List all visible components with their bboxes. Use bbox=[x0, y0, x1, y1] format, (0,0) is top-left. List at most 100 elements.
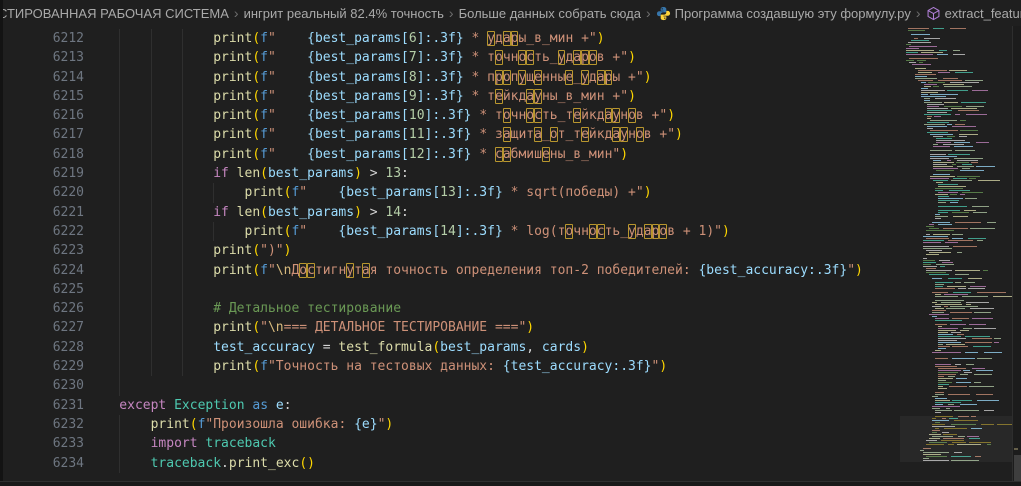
minimap-line bbox=[900, 72, 1012, 73]
indent-guide bbox=[119, 280, 150, 299]
code-line[interactable]: 6230 bbox=[0, 376, 900, 395]
code-line-content: import traceback bbox=[88, 434, 900, 453]
breadcrumb-item-symbol[interactable]: extract_features bbox=[926, 6, 1021, 21]
breadcrumb-item-label: Программа создавшую эту формулу.py bbox=[674, 5, 911, 21]
code-line[interactable]: 6213 print(f" {best_params[7]:.3f} * точн… bbox=[0, 48, 900, 67]
minimap-line bbox=[900, 154, 1012, 155]
minimap-line bbox=[900, 164, 1012, 165]
code-line[interactable]: 6216 print(f" {best_params[10]:.3f} * точ… bbox=[0, 106, 900, 125]
chevron-right-icon: › bbox=[233, 5, 239, 21]
indent-guide bbox=[119, 299, 150, 318]
minimap-line bbox=[900, 372, 1012, 373]
breadcrumb-item-workspace[interactable]: СТИРОВАННАЯ РАБОЧАЯ СИСТЕМА bbox=[0, 6, 229, 21]
code-line[interactable]: 6223 print(")") bbox=[0, 241, 900, 260]
minimap-line bbox=[900, 90, 1012, 91]
minimap-line bbox=[900, 214, 1012, 215]
code-line-content: print("\n=== ДЕТАЛЬНОЕ ТЕСТИРОВАНИЕ ==="… bbox=[88, 318, 900, 337]
minimap-line bbox=[900, 184, 1012, 185]
minimap-line bbox=[900, 194, 1012, 195]
indent-guide bbox=[182, 106, 213, 125]
minimap-line bbox=[900, 182, 1012, 183]
minimap[interactable] bbox=[900, 26, 1012, 486]
minimap-line bbox=[900, 42, 1012, 43]
code-line[interactable]: 6220 print(f" {best_params[13]:.3f} * sqr… bbox=[0, 183, 900, 202]
unicode-highlighted-text: пропущенные_удары bbox=[487, 69, 621, 85]
line-number: 6230 bbox=[52, 378, 84, 394]
line-number: 6226 bbox=[52, 301, 84, 317]
line-number: 6225 bbox=[52, 281, 84, 297]
minimap-line bbox=[900, 170, 1012, 171]
code-line[interactable]: 6226 # Детальное тестирование bbox=[0, 299, 900, 318]
line-number: 6233 bbox=[52, 436, 84, 452]
code-line[interactable]: 6217 print(f" {best_params[11]:.3f} * защ… bbox=[0, 125, 900, 144]
minimap-line bbox=[900, 238, 1012, 239]
code-line[interactable]: 6225 bbox=[0, 280, 900, 299]
code-line-content: test_accuracy = test_formula(best_params… bbox=[88, 338, 900, 357]
minimap-line bbox=[900, 176, 1012, 177]
code-line[interactable]: 6221 if len(best_params) > 14: bbox=[0, 203, 900, 222]
minimap-line bbox=[900, 218, 1012, 219]
code-line[interactable]: 6234 traceback.print_exc() bbox=[0, 454, 900, 473]
minimap-line bbox=[900, 294, 1012, 295]
unicode-highlighted-text: защита_от_тейкдаунов bbox=[494, 127, 652, 143]
unicode-highlighted-text: сабмишены_в_мин bbox=[494, 146, 613, 162]
indent-guide bbox=[151, 357, 182, 376]
minimap-line bbox=[900, 300, 1012, 301]
minimap-line bbox=[900, 326, 1012, 327]
minimap-line bbox=[900, 98, 1012, 99]
minimap-line bbox=[900, 396, 1012, 397]
minimap-line bbox=[900, 348, 1012, 349]
minimap-viewport[interactable] bbox=[900, 416, 1012, 462]
code-editor[interactable]: 6212 print(f" {best_params[6]:.3f} * удар… bbox=[0, 26, 900, 486]
minimap-line bbox=[900, 44, 1012, 45]
code-line-content bbox=[88, 280, 900, 299]
minimap-line bbox=[900, 374, 1012, 375]
minimap-line bbox=[900, 166, 1012, 167]
minimap-line bbox=[900, 94, 1012, 95]
minimap-line bbox=[900, 254, 1012, 255]
indent-guide bbox=[213, 222, 244, 241]
minimap-line bbox=[900, 58, 1012, 59]
code-line-content: print(f"\nДостигнутая точность определен… bbox=[88, 261, 900, 280]
minimap-line bbox=[900, 74, 1012, 75]
code-line[interactable]: 6229 print(f"Точность на тестовых данных:… bbox=[0, 357, 900, 376]
minimap-line bbox=[900, 386, 1012, 387]
code-line-content: print(f" {best_params[14]:.3f} * log(точ… bbox=[88, 222, 900, 241]
minimap-line bbox=[900, 350, 1012, 351]
code-line[interactable]: 6231 except Exception as e: bbox=[0, 396, 900, 415]
code-line[interactable]: 6218 print(f" {best_params[12]:.3f} * саб… bbox=[0, 145, 900, 164]
code-line[interactable]: 6219 if len(best_params) > 13: bbox=[0, 164, 900, 183]
breadcrumb-item-folder-1[interactable]: ингрит реальный 82.4% точность bbox=[244, 6, 444, 21]
code-line[interactable]: 6228 test_accuracy = test_formula(best_pa… bbox=[0, 338, 900, 357]
minimap-line bbox=[900, 212, 1012, 213]
minimap-line bbox=[900, 160, 1012, 161]
minimap-line bbox=[900, 88, 1012, 89]
line-number: 6232 bbox=[52, 416, 84, 432]
minimap-line bbox=[900, 142, 1012, 143]
minimap-line bbox=[900, 222, 1012, 223]
code-line[interactable]: 6232 print(f"Произошла ошибка: {e}") bbox=[0, 415, 900, 434]
minimap-line bbox=[900, 304, 1012, 305]
breadcrumb-item-folder-2[interactable]: Больше данных собрать сюда bbox=[459, 6, 641, 21]
code-line[interactable]: 6222 print(f" {best_params[14]:.3f} * log… bbox=[0, 222, 900, 241]
minimap-line bbox=[900, 312, 1012, 313]
code-line-content: if len(best_params) > 13: bbox=[88, 164, 900, 183]
minimap-line bbox=[900, 40, 1012, 41]
vertical-scrollbar[interactable] bbox=[1012, 26, 1021, 486]
breadcrumb-item-file[interactable]: Программа создавшую эту формулу.py bbox=[656, 6, 911, 21]
minimap-line bbox=[900, 334, 1012, 335]
line-number: 6220 bbox=[52, 185, 84, 201]
minimap-line bbox=[900, 86, 1012, 87]
code-line[interactable]: 6214 print(f" {best_params[8]:.3f} * проп… bbox=[0, 68, 900, 87]
code-line[interactable]: 6215 print(f" {best_params[9]:.3f} * тейк… bbox=[0, 87, 900, 106]
code-line[interactable]: 6212 print(f" {best_params[6]:.3f} * удар… bbox=[0, 29, 900, 48]
indent-guide bbox=[151, 318, 182, 337]
code-line[interactable]: 6224 print(f"\nДостигнутая точность опред… bbox=[0, 261, 900, 280]
code-line[interactable]: 6227 print("\n=== ДЕТАЛЬНОЕ ТЕСТИРОВАНИЕ … bbox=[0, 318, 900, 337]
code-line[interactable]: 6233 import traceback bbox=[0, 434, 900, 453]
minimap-line bbox=[900, 408, 1012, 409]
minimap-line bbox=[900, 340, 1012, 341]
indent-guide bbox=[119, 203, 150, 222]
minimap-line bbox=[900, 124, 1012, 125]
